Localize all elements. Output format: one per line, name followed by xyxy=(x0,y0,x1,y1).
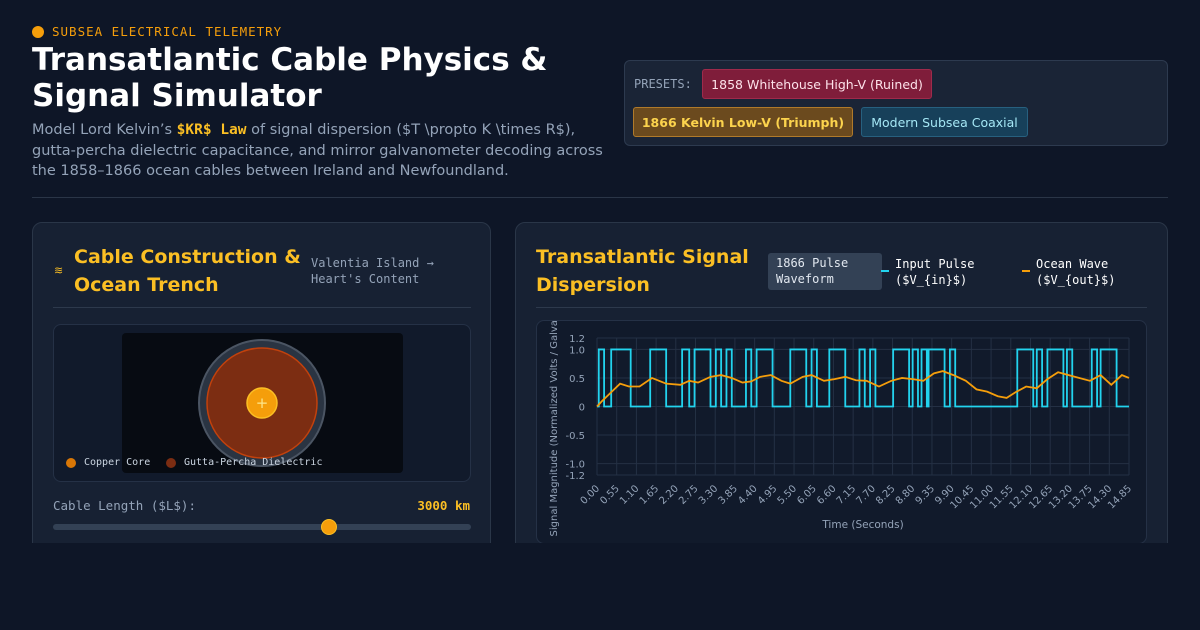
page-description: Model Lord Kelvin’s $KR$ Law of signal d… xyxy=(32,120,612,182)
slider-thumb[interactable] xyxy=(320,519,337,535)
wave-icon: ≋ xyxy=(54,264,64,277)
x-tick-label: 4.40 xyxy=(736,483,760,507)
ocean-wave-line xyxy=(596,370,1130,408)
x-tick-label: 9.35 xyxy=(914,483,938,507)
x-tick-label: 8.25 xyxy=(874,483,898,507)
x-tick-label: 8.80 xyxy=(894,483,918,507)
header-divider xyxy=(32,197,1168,198)
y-tick-label: 0.5 xyxy=(569,374,585,385)
signal-panel-divider xyxy=(536,307,1147,308)
x-tick-label: 0.55 xyxy=(598,483,622,507)
cable-panel: ≋ Cable Construction & Ocean Trench Vale… xyxy=(32,222,491,562)
preset-1858-button[interactable]: 1858 Whitehouse High-V (Ruined) xyxy=(702,69,932,99)
desc-prefix: Model Lord Kelvin’s xyxy=(32,122,177,138)
presets-label: PRESETS: xyxy=(634,77,692,91)
cable-cross-section: + Copper Core Gutta-Percha Dielectric xyxy=(53,324,471,482)
signal-panel-title: Transatlantic Signal Dispersion xyxy=(536,246,749,296)
cable-route: Valentia Island → Heart's Content xyxy=(311,256,434,286)
bottom-fill xyxy=(0,543,1200,630)
x-tick-label: 2.75 xyxy=(677,483,701,507)
signal-chart-svg: 0.000.551.101.652.202.753.303.854.404.95… xyxy=(549,321,1134,536)
signal-panel: Transatlantic Signal Dispersion 1866 Pul… xyxy=(515,222,1168,562)
legend-input-label: Input Pulse ($V_{in}$) xyxy=(895,257,975,287)
core-plus-icon: + xyxy=(256,394,269,412)
legend-output-label: Ocean Wave ($V_{out}$) xyxy=(1036,257,1116,287)
cable-panel-divider xyxy=(53,307,471,308)
x-tick-label: 7.70 xyxy=(854,483,878,507)
legend-output: Ocean Wave ($V_{out}$) xyxy=(1022,256,1156,288)
waveform-badge: 1866 Pulse Waveform xyxy=(768,253,882,290)
y-tick-label: -1.0 xyxy=(565,460,585,471)
y-tick-label: 1.2 xyxy=(569,334,585,345)
x-tick-label: 6.05 xyxy=(795,483,819,507)
cable-length-slider[interactable] xyxy=(53,519,471,535)
legend-dielectric-label: Gutta-Percha Dielectric xyxy=(184,457,323,468)
x-tick-label: 6.60 xyxy=(815,483,839,507)
status-dot xyxy=(32,25,44,38)
x-axis-label: Time (Seconds) xyxy=(821,519,903,531)
legend-input: Input Pulse ($V_{in}$) xyxy=(881,256,1015,288)
y-tick-label: -1.2 xyxy=(565,471,585,482)
y-tick-label: -0.5 xyxy=(565,431,585,442)
cable-panel-title: Cable Construction & Ocean Trench xyxy=(74,246,301,296)
y-axis-label: Signal Magnitude (Normalized Volts / Gal… xyxy=(549,321,560,536)
cable-length-value: 3000 km xyxy=(417,498,470,513)
x-tick-label: 0.00 xyxy=(579,483,603,507)
y-tick-label: 1.0 xyxy=(569,345,585,356)
legend-dielectric: Gutta-Percha Dielectric xyxy=(166,457,322,468)
page-title: Transatlantic Cable Physics & Signal Sim… xyxy=(32,42,548,114)
presets-panel: PRESETS: 1858 Whitehouse High-V (Ruined)… xyxy=(624,60,1168,146)
output-swatch xyxy=(1022,270,1030,272)
x-tick-label: 3.85 xyxy=(717,483,741,507)
x-tick-label: 2.20 xyxy=(657,483,681,507)
x-tick-label: 5.50 xyxy=(776,483,800,507)
desc-code: $KR$ Law xyxy=(176,122,247,138)
x-tick-label: 1.10 xyxy=(618,483,642,507)
x-tick-label: 3.30 xyxy=(697,483,721,507)
cable-length-label: Cable Length ($L$): xyxy=(53,498,196,513)
x-tick-label: 7.15 xyxy=(835,483,859,507)
preset-modern-button[interactable]: Modern Subsea Coaxial xyxy=(861,107,1028,137)
x-tick-label: 1.65 xyxy=(638,483,662,507)
input-swatch xyxy=(881,270,889,272)
eyebrow: SUBSEA ELECTRICAL TELEMETRY xyxy=(32,24,282,39)
preset-1866-button[interactable]: 1866 Kelvin Low-V (Triumph) xyxy=(633,107,853,137)
dielectric-swatch xyxy=(166,457,176,468)
legend-copper-label: Copper Core xyxy=(84,457,151,468)
x-tick-label: 4.95 xyxy=(756,483,780,507)
legend-copper: Copper Core xyxy=(66,457,150,468)
eyebrow-label: SUBSEA ELECTRICAL TELEMETRY xyxy=(52,24,283,39)
copper-swatch xyxy=(66,457,76,468)
signal-chart: 0.00 0.55 1.10 1.65 2.20 2.75 3.30 3.85 4.40 4.95… xyxy=(536,320,1147,544)
y-tick-label: 0 xyxy=(579,403,585,414)
